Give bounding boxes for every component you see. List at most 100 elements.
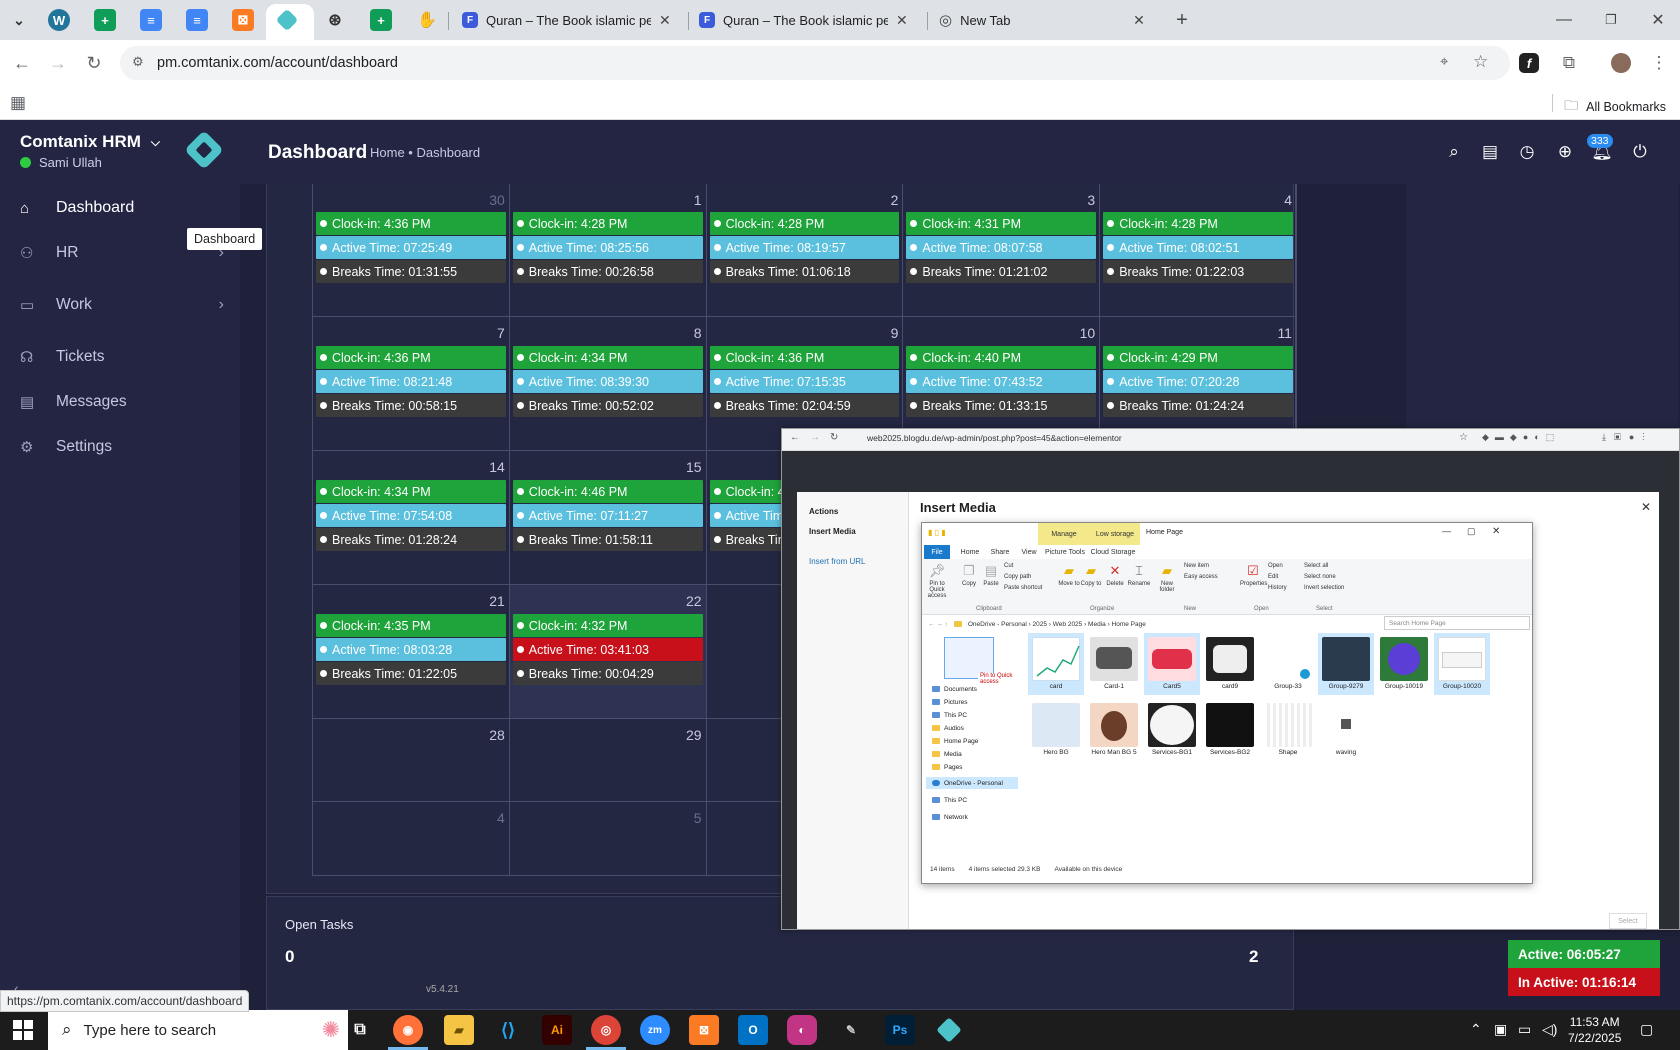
new-item-button[interactable]: New item	[1184, 563, 1224, 569]
outlook-icon[interactable]: O	[738, 1015, 768, 1045]
attendance-event-active[interactable]: Active Time: 08:39:30	[512, 370, 703, 393]
file-services-bg1[interactable]: Services-BG1	[1144, 699, 1200, 761]
nav-pages[interactable]: Pages	[932, 761, 962, 773]
ribbon-tab-home[interactable]: Home	[956, 545, 984, 559]
bookmark-star-icon[interactable]: ☆	[1473, 52, 1488, 72]
file-group-10020[interactable]: Group-10020	[1434, 633, 1490, 695]
attendance-event-clock[interactable]: Clock-in: 4:34 PM	[316, 480, 506, 503]
comtanix-app-icon[interactable]	[934, 1015, 964, 1045]
pinned-tab-hand-icon[interactable]: ✋	[416, 9, 438, 31]
file-shape[interactable]: Shape	[1260, 699, 1316, 761]
insert-from-url-link[interactable]: Insert from URL	[809, 557, 865, 566]
nav-audios[interactable]: Audios	[932, 722, 964, 734]
calendar-day-cell[interactable]: 21 Clock-in: 4:35 PM Active Time: 08:03:28…	[313, 585, 510, 719]
manage-tab[interactable]: Manage	[1038, 523, 1090, 545]
ribbon-tab-picture-tools[interactable]: Picture Tools	[1042, 545, 1088, 559]
extension-f-icon[interactable]: f	[1519, 53, 1539, 73]
close-icon[interactable]: ✕	[659, 12, 671, 29]
low-storage-tab[interactable]: Low storage	[1090, 523, 1140, 545]
location-icon[interactable]: ⌖	[1440, 53, 1448, 70]
chrome-icon[interactable]: ◎	[591, 1015, 621, 1045]
attendance-event-clock[interactable]: Clock-in: 4:28 PM	[512, 212, 703, 235]
insert-media-link[interactable]: Insert Media	[809, 527, 856, 536]
close-window-button[interactable]: ✕	[1643, 8, 1673, 32]
file-waving[interactable]: waving	[1318, 699, 1374, 761]
nav-this-pc-2[interactable]: This PC	[932, 794, 967, 806]
attendance-event-clock[interactable]: Clock-in: 4:32 PM	[512, 614, 703, 637]
sidebar-item-messages[interactable]: ▤ Messages	[0, 382, 240, 422]
sidebar-item-tickets[interactable]: ☊ Tickets	[0, 337, 240, 377]
properties-button[interactable]: ☑ Properties	[1240, 563, 1267, 587]
nav-network[interactable]: Network	[932, 811, 968, 823]
nav-arrows-icon[interactable]: ← → ↑	[928, 621, 948, 628]
attendance-event-break[interactable]: Breaks Time: 01:22:03	[1103, 260, 1293, 283]
attendance-event-break[interactable]: Breaks Time: 00:58:15	[316, 394, 506, 417]
address-bar[interactable]: ⚙ pm.comtanix.com/account/dashboard ⌖ ☆	[120, 46, 1510, 80]
photoshop-icon[interactable]: Ps	[885, 1015, 915, 1045]
file-services-bg2[interactable]: Services-BG2	[1202, 699, 1258, 761]
attendance-event-clock[interactable]: Clock-in: 4:34 PM	[512, 346, 703, 369]
file-card5[interactable]: Card5	[1144, 633, 1200, 695]
attendance-event-clock[interactable]: Clock-in: 4:36 PM	[709, 346, 900, 369]
photo-editor-icon[interactable]: ◐	[787, 1015, 817, 1045]
new-folder-button[interactable]: ▰ New folder	[1154, 563, 1180, 593]
maximize-icon[interactable]: ▢	[1467, 526, 1476, 537]
calendar-day-cell[interactable]: 4	[313, 802, 510, 876]
sidebar-item-dashboard[interactable]: ⌂ Dashboard	[0, 188, 240, 228]
restore-window-button[interactable]: ❐	[1596, 8, 1626, 32]
pen-tool-icon[interactable]: ✎	[836, 1015, 866, 1045]
zoom-icon[interactable]: zm	[640, 1015, 670, 1045]
file-explorer-icon[interactable]: ▰	[444, 1015, 474, 1045]
forward-button[interactable]: →	[45, 50, 71, 76]
attendance-event-active[interactable]: Active Time: 08:07:58	[906, 236, 1097, 259]
attendance-event-active[interactable]: Active Time: 07:43:52	[906, 370, 1097, 393]
back-icon[interactable]: ←	[790, 432, 800, 443]
attendance-event-break[interactable]: Breaks Time: 01:21:02	[906, 260, 1097, 283]
brand-dropdown[interactable]: Comtanix HRM ⌵	[20, 132, 160, 152]
app-logo[interactable]	[184, 130, 224, 170]
volume-icon[interactable]: ◁)	[1542, 1021, 1557, 1038]
attendance-event-active[interactable]: Active Time: 08:03:28	[316, 638, 506, 661]
calendar-day-cell[interactable]: 2 Clock-in: 4:28 PM Active Time: 08:19:57 B…	[706, 184, 904, 317]
power-icon[interactable]: ⏻	[1628, 140, 1652, 164]
reload-button[interactable]: ↻	[81, 50, 107, 76]
calendar-day-cell[interactable]: 15 Clock-in: 4:46 PM Active Time: 07:11:27…	[509, 451, 707, 585]
invert-selection-button[interactable]: Invert selection	[1304, 585, 1354, 591]
file-explorer-dialog[interactable]: ▮ ▯ ▮ Manage Low storage Home Page — ▢ ✕…	[921, 522, 1533, 884]
pin-quick-access-button[interactable]: 📌︎ Pin to Quick access	[924, 563, 950, 599]
floating-browser-window[interactable]: ← → ↻ web2025.blogdu.de/wp-admin/post.ph…	[781, 428, 1680, 930]
calendar-day-cell[interactable]: 29	[509, 719, 707, 802]
attendance-event-active[interactable]: Active Time: 07:25:49	[316, 236, 506, 259]
file-card[interactable]: card	[1028, 633, 1084, 695]
nav-documents[interactable]: Documents	[932, 683, 977, 695]
edit-button[interactable]: Edit	[1268, 574, 1298, 580]
attendance-event-active[interactable]: Active Time: 08:02:51	[1103, 236, 1293, 259]
profile-avatar[interactable]	[1608, 50, 1634, 76]
file-hero-bg[interactable]: Hero BG	[1028, 699, 1084, 761]
calendar-day-cell[interactable]: 8 Clock-in: 4:34 PM Active Time: 08:39:30 B…	[509, 317, 707, 451]
tab-quran-1[interactable]: F Quran – The Book islamic peopl ✕	[462, 8, 671, 32]
ribbon-tab-share[interactable]: Share	[986, 545, 1014, 559]
browser-menu-icon[interactable]: ⋮	[1646, 50, 1672, 76]
attendance-event-clock[interactable]: Clock-in: 4:36 PM	[316, 346, 506, 369]
calendar-day-cell[interactable]: 30 Clock-in: 4:36 PM Active Time: 07:25:49…	[313, 184, 510, 317]
ribbon-tab-file[interactable]: File	[924, 545, 950, 559]
attendance-event-break[interactable]: Breaks Time: 00:04:29	[512, 662, 703, 685]
attendance-event-active[interactable]: Active Time: 08:25:56	[512, 236, 703, 259]
close-icon[interactable]: ✕	[896, 12, 908, 29]
file-card-1[interactable]: Card-1	[1086, 633, 1142, 695]
nav-pictures[interactable]: Pictures	[932, 696, 967, 708]
history-button[interactable]: History	[1268, 585, 1298, 591]
calendar-day-cell[interactable]: 14 Clock-in: 4:34 PM Active Time: 07:54:08…	[313, 451, 510, 585]
minimize-window-button[interactable]: —	[1549, 8, 1579, 32]
clock-icon[interactable]: ◷	[1515, 140, 1539, 164]
file-card9[interactable]: card9	[1202, 633, 1258, 695]
bookmark-star-icon[interactable]: ☆	[1459, 432, 1468, 443]
windows-start-icon[interactable]	[13, 1020, 33, 1040]
delete-button[interactable]: ✕ Delete	[1102, 563, 1128, 587]
calendar-day-cell[interactable]: 5	[509, 802, 707, 876]
nav-onedrive[interactable]: OneDrive - Personal	[926, 777, 1018, 789]
attendance-event-clock[interactable]: Clock-in: 4:36 PM	[316, 212, 506, 235]
pinned-tab-openai-icon[interactable]: ⊛	[324, 9, 346, 31]
attendance-event-active[interactable]: Active Time: 07:20:28	[1103, 370, 1293, 393]
